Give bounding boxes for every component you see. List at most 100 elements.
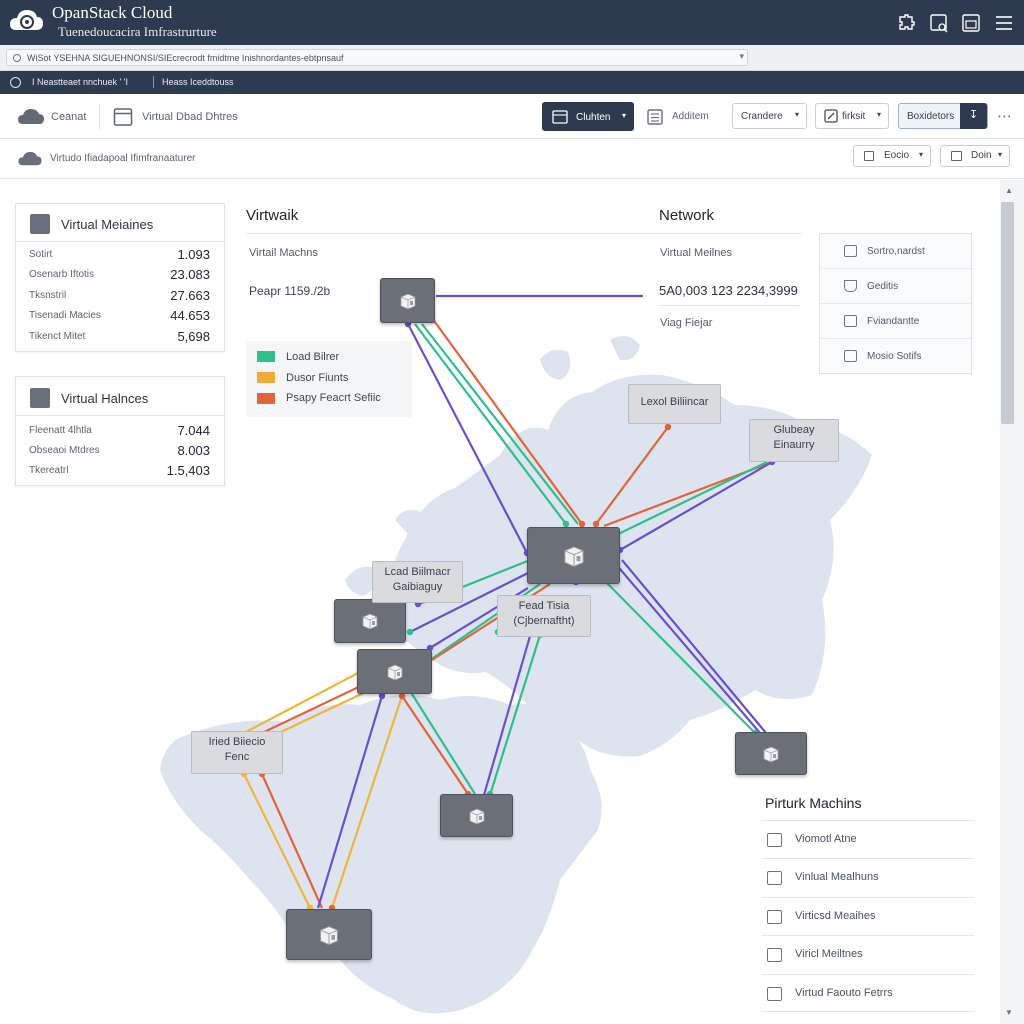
- chevron-down-icon[interactable]: ▾: [739, 51, 744, 62]
- document-icon: [951, 151, 962, 161]
- section-subtitle-left: Virtail Machns: [249, 247, 318, 259]
- vm-list-item[interactable]: Virticsd Meaihes: [762, 897, 974, 935]
- download-icon[interactable]: ↧: [960, 103, 987, 129]
- map-label-text: Iried Biiecio: [208, 736, 266, 748]
- vm-list-item[interactable]: Viricl Meiltnes: [762, 935, 974, 973]
- stat-label: Sotirt: [29, 249, 53, 260]
- server-cube-icon: [387, 664, 402, 680]
- vm-list-item[interactable]: Viomotl Atne: [762, 820, 974, 858]
- vm-icon: [767, 871, 782, 885]
- vm-list-item[interactable]: Virtud Faouto Fetrrs: [762, 974, 974, 1012]
- cloud-icon: [18, 109, 44, 124]
- scrollbar-thumb[interactable]: [1001, 202, 1014, 424]
- map-label-cybernet[interactable]: Fead Tisia (Cjbernaftht): [497, 595, 591, 637]
- chevron-down-icon: ▾: [918, 150, 923, 159]
- resource-item[interactable]: Sortro,nardst: [820, 234, 973, 269]
- stat-value: 5,698: [177, 329, 210, 344]
- puzzle-icon[interactable]: [895, 12, 917, 34]
- vm-list-label: Viricl Meiltnes: [795, 948, 863, 960]
- edit-dropdown-label: Eocio: [884, 150, 910, 161]
- resource-list: Sortro,nardst Geditis Fviandantte Mosio …: [819, 233, 973, 374]
- chevron-down-icon: ▾: [794, 110, 799, 119]
- vm-icon: [767, 910, 782, 924]
- url-input[interactable]: WiSot YSEHNA SIGUEHNONSI/SIEcrecrodt fmi…: [6, 49, 748, 66]
- selectors-split-button[interactable]: Boxidetors ↧: [898, 103, 988, 129]
- resource-item[interactable]: Mosio Sotifs: [820, 339, 973, 374]
- vm-node[interactable]: [440, 794, 513, 837]
- stats-card-virtual-halnces: Virtual Halnces Fleenatt 4lhtla 7.044 Ob…: [15, 376, 225, 486]
- more-icon[interactable]: ⋯: [997, 107, 1012, 125]
- menu-icon[interactable]: [993, 12, 1015, 34]
- section-meta-right-2: Viag Fiejar: [660, 317, 713, 329]
- lock-icon: [13, 54, 21, 62]
- grid-icon: [844, 350, 857, 362]
- stat-value: 44.653: [170, 308, 210, 323]
- vm-label[interactable]: Virtual Dbad Dhtres: [142, 111, 238, 123]
- cloud-icon: [18, 151, 42, 166]
- stat-label: Tkereatrl: [29, 465, 69, 476]
- vm-node[interactable]: [735, 732, 807, 775]
- legend-swatch: [257, 351, 275, 362]
- standard-dropdown[interactable]: Crandere ▾: [732, 103, 807, 129]
- stat-value: 1.5,403: [166, 463, 210, 478]
- vm-node[interactable]: [357, 649, 432, 694]
- map-label-text: Lexol Biliincar: [640, 396, 709, 408]
- resource-item[interactable]: Fviandantte: [820, 304, 973, 339]
- vm-icon: [767, 833, 782, 847]
- image-icon: [844, 315, 857, 327]
- server-icon: [30, 388, 50, 408]
- vm-list-title: Pirturk Machins: [765, 795, 862, 811]
- done-dropdown[interactable]: Doin ▾: [940, 145, 1010, 167]
- server-cube-icon: [400, 293, 415, 309]
- vm-node-hub[interactable]: [527, 527, 620, 584]
- stat-label: Tisenadi Macies: [29, 310, 101, 321]
- map-label-bridge[interactable]: Iried Biiecio Fenc: [191, 731, 283, 774]
- legend-swatch: [257, 393, 275, 404]
- vm-node[interactable]: [286, 909, 372, 960]
- chevron-down-icon: ▾: [997, 150, 1002, 159]
- network-dropdown-label: firksit: [842, 111, 866, 122]
- stat-value: 27.663: [170, 288, 210, 303]
- vm-node[interactable]: [380, 278, 435, 323]
- stat-label: Obseaoi Mtdres: [29, 445, 100, 456]
- divider: [153, 76, 154, 88]
- scroll-down-icon[interactable]: ▼: [1005, 1008, 1013, 1017]
- map-label-load-balancer-gateway[interactable]: Lcad Biilmacr Gaibiaguy: [372, 561, 463, 603]
- toolbar: Ceanat Virtual Dbad Dhtres Cluhten ▾ Add…: [0, 94, 1024, 139]
- cloud-label[interactable]: Ceanat: [51, 111, 86, 123]
- resource-item[interactable]: Geditis: [820, 269, 973, 304]
- address-label[interactable]: Additem: [672, 111, 709, 122]
- server-icon: [844, 245, 857, 257]
- calculator-icon: [647, 109, 663, 125]
- network-dropdown[interactable]: firksit ▾: [815, 103, 889, 129]
- scroll-up-icon[interactable]: ▲: [1005, 186, 1013, 195]
- stat-value: 23.083: [170, 267, 210, 282]
- divider: [246, 233, 802, 234]
- divider: [659, 305, 799, 306]
- resource-label: Geditis: [867, 281, 899, 292]
- legend-label: Dusor Fiunts: [286, 372, 349, 384]
- map-label-text: Lcad Biilmacr: [384, 566, 451, 578]
- vm-node[interactable]: [334, 599, 406, 643]
- vm-list-label: Viomotl Atne: [795, 833, 857, 845]
- cloud-logo-icon: [10, 10, 43, 30]
- divider: [16, 241, 224, 242]
- map-label-text: Gaibiaguy: [392, 581, 443, 593]
- edit-icon: [864, 151, 874, 161]
- vm-icon: [767, 987, 782, 1001]
- map-label-gateway[interactable]: Glubeay Einaurry: [749, 419, 839, 462]
- server-cube-icon: [469, 808, 484, 824]
- breadcrumb-left[interactable]: I Neastteaet nnchuek ' 'I: [32, 77, 128, 87]
- breadcrumb-bar: I Neastteaet nnchuek ' 'I Heass Iceddtou…: [0, 71, 1024, 94]
- image-window-icon[interactable]: [960, 12, 982, 34]
- chevron-down-icon: ▾: [621, 111, 626, 120]
- stat-value: 1.093: [177, 247, 210, 262]
- server-cube-icon: [763, 746, 779, 762]
- breadcrumb-right[interactable]: Heass Iceddtouss: [162, 77, 234, 87]
- vm-list-item[interactable]: Vinlual Mealhuns: [762, 858, 974, 896]
- map-label-load-balancer[interactable]: Lexol Biliincar: [628, 384, 721, 424]
- edit-dropdown[interactable]: Eocio ▾: [853, 145, 931, 167]
- cluster-button[interactable]: Cluhten ▾: [542, 102, 634, 131]
- window-search-icon[interactable]: [928, 12, 950, 34]
- divider: [16, 415, 224, 416]
